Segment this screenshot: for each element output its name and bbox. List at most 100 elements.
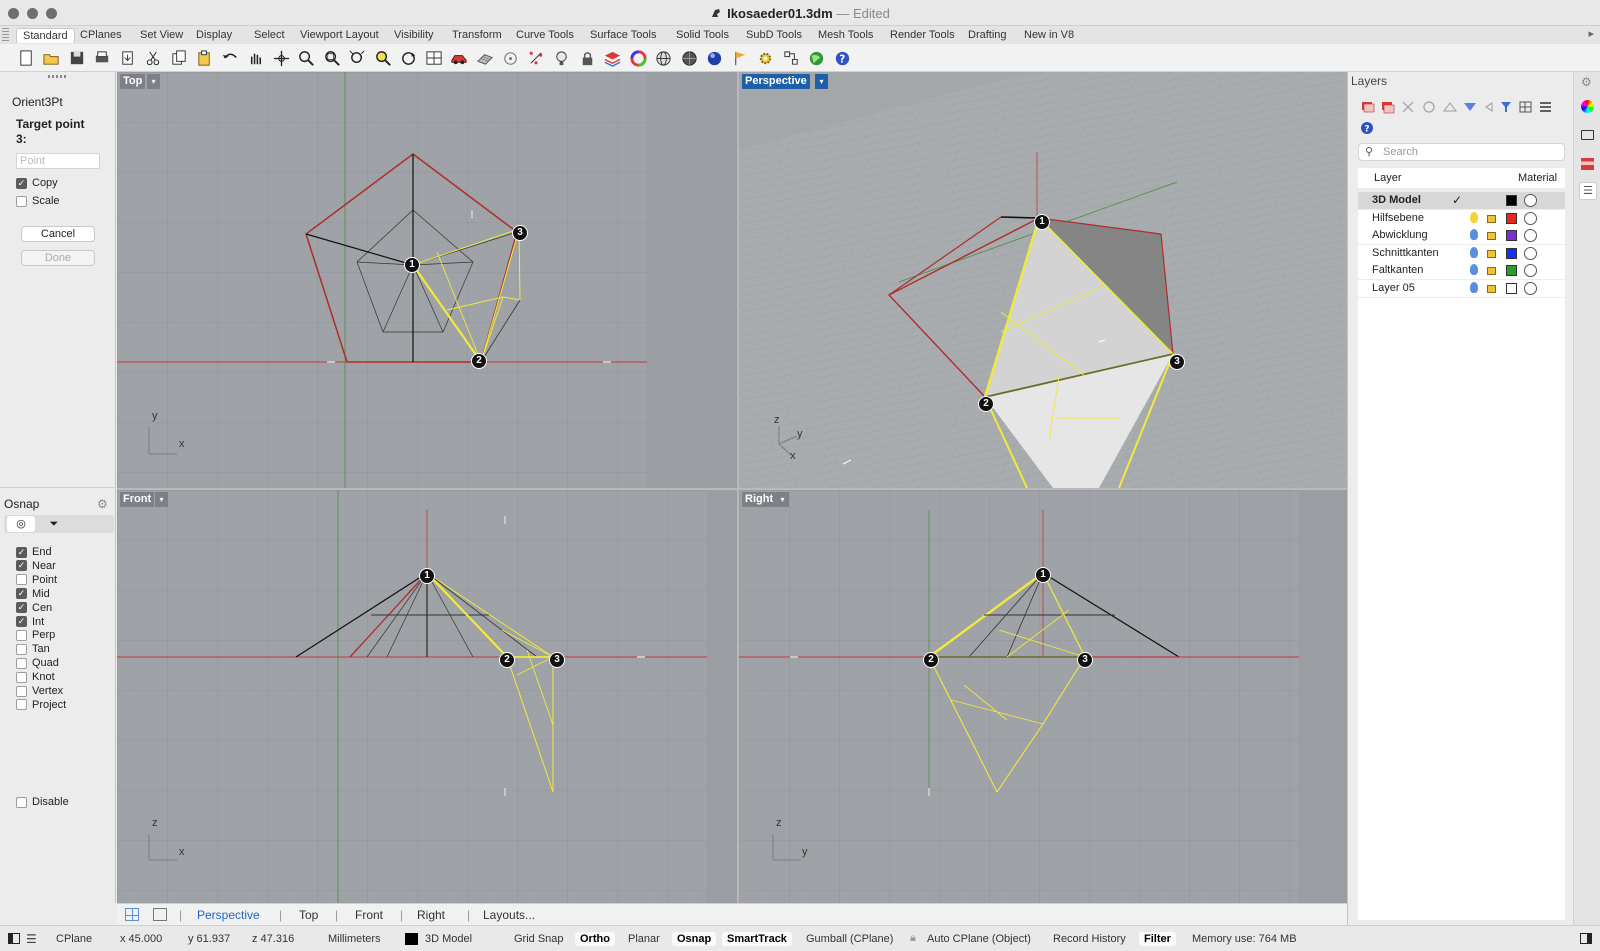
status-auto-cplane[interactable]: Auto CPlane (Object) [927, 933, 1031, 945]
layer-unlock-icon[interactable] [1487, 285, 1496, 293]
status-units[interactable]: Millimeters [328, 933, 381, 945]
osnap-int-checkbox[interactable]: ✓ Int [16, 616, 44, 628]
status-filter[interactable]: Filter [1139, 932, 1176, 946]
layer-row-3d-model[interactable]: 3D Model ✓ [1358, 192, 1565, 209]
perspective-viewport-title[interactable]: Perspective [742, 74, 810, 89]
toolbar-tab-mesh-tools[interactable]: Mesh Tools [818, 28, 873, 43]
layers-icon[interactable] [603, 48, 623, 68]
print-icon[interactable] [93, 48, 113, 68]
current-layer-swatch[interactable] [405, 933, 418, 945]
flag-icon[interactable] [730, 48, 750, 68]
settings-gear-icon[interactable]: ⚙ [1581, 75, 1592, 89]
paste-icon[interactable] [195, 48, 215, 68]
zoom-selected-icon[interactable] [373, 48, 393, 68]
osnap-knot-checkbox[interactable]: Knot [16, 671, 55, 683]
status-osnap[interactable]: Osnap [672, 932, 717, 946]
toolbar-tab-drafting[interactable]: Drafting [968, 28, 1007, 43]
status-grid-snap[interactable]: Grid Snap [514, 933, 564, 945]
copy-option-checkbox[interactable]: ✓ Copy [16, 177, 58, 189]
osnap-mid-checkbox[interactable]: ✓ Mid [16, 588, 50, 600]
render-sphere-icon[interactable] [679, 48, 699, 68]
rotate-3d-icon[interactable] [399, 48, 419, 68]
save-icon[interactable] [67, 48, 87, 68]
status-ortho[interactable]: Ortho [575, 932, 615, 946]
new-icon[interactable] [16, 48, 36, 68]
layer-row-layer-05[interactable]: Layer 05 [1358, 280, 1565, 297]
car-icon[interactable] [450, 48, 470, 68]
layer-visible-bulb-icon[interactable] [1470, 282, 1478, 293]
layer-search-box[interactable]: ⚲ Search [1358, 143, 1565, 161]
osnap-near-checkbox[interactable]: ✓ Near [16, 560, 56, 572]
layer-row-schnittkanten[interactable]: Schnittkanten [1358, 244, 1565, 262]
toolbar-grip[interactable] [2, 28, 9, 42]
layer-unlock-icon[interactable] [1487, 214, 1496, 223]
layer-visible-bulb-icon[interactable] [1470, 246, 1478, 258]
layer-visible-bulb-icon[interactable] [1470, 211, 1478, 223]
status-planar[interactable]: Planar [628, 933, 660, 945]
right-viewport[interactable]: z y Right ▾ [739, 490, 1347, 903]
layer-color-swatch[interactable] [1506, 247, 1517, 259]
layer-unlock-icon[interactable] [1487, 232, 1496, 241]
panel-grip[interactable] [48, 75, 68, 78]
layer-unlock-icon[interactable] [1487, 267, 1496, 276]
layer-color-swatch[interactable] [1506, 283, 1517, 294]
osnap-perp-checkbox[interactable]: Perp [16, 629, 55, 641]
pan-icon[interactable] [246, 48, 266, 68]
top-viewport[interactable]: y x Top ▾ [117, 72, 737, 488]
lock-icon[interactable] [577, 48, 597, 68]
sidebar-toggle-icon[interactable] [8, 933, 20, 944]
status-record-history[interactable]: Record History [1053, 933, 1126, 945]
osnap-project-checkbox[interactable]: Project [16, 699, 66, 711]
cut-icon[interactable] [144, 48, 164, 68]
color-wheel-icon[interactable] [628, 48, 648, 68]
toolbar-tab-set-view[interactable]: Set View [140, 28, 183, 43]
single-viewport-layout-icon[interactable] [153, 908, 167, 921]
toolbar-tab-curve-tools[interactable]: Curve Tools [516, 28, 574, 43]
front-viewport-menu-icon[interactable]: ▾ [155, 492, 168, 507]
viewport-tab-right[interactable]: Right [417, 908, 445, 922]
toolbar-tab-transform[interactable]: Transform [452, 28, 502, 43]
layer-unlock-icon[interactable] [1487, 249, 1496, 258]
layer-visible-bulb-icon[interactable] [1470, 264, 1478, 276]
osnap-target-icon[interactable]: ◎ [7, 516, 35, 532]
layer-color-swatch[interactable] [1506, 195, 1517, 206]
toolbar-overflow-icon[interactable]: ▸ [1588, 27, 1594, 40]
layers-panel-icon[interactable] [1581, 158, 1594, 170]
toolbar-tab-standard[interactable]: Standard [16, 28, 75, 43]
done-button[interactable]: Done [21, 250, 95, 266]
osnap-quad-checkbox[interactable]: Quad [16, 657, 59, 669]
undo-icon[interactable] [220, 48, 240, 68]
point-input[interactable]: Point [16, 153, 100, 169]
properties-panel-icon[interactable]: ☰ [1579, 182, 1597, 200]
right-sidebar-toggle-icon[interactable] [1580, 933, 1592, 944]
toolbar-tab-surface-tools[interactable]: Surface Tools [590, 28, 656, 43]
osnap-end-checkbox[interactable]: ✓ End [16, 546, 52, 558]
front-viewport-title[interactable]: Front [120, 492, 155, 507]
osnap-filter-icon[interactable]: ⏷ [40, 516, 68, 532]
toolbar-tab-solid-tools[interactable]: Solid Tools [676, 28, 729, 43]
grid-icon[interactable] [475, 48, 495, 68]
scale-option-checkbox[interactable]: Scale [16, 195, 60, 207]
layer-material-icon[interactable] [1524, 264, 1537, 278]
layer-color-swatch[interactable] [1506, 265, 1517, 277]
snap-grid-icon[interactable] [781, 48, 801, 68]
osnap-disable-checkbox[interactable]: Disable [16, 796, 69, 808]
import-icon[interactable] [118, 48, 138, 68]
zoom-window-icon[interactable] [322, 48, 342, 68]
material-column-label[interactable]: Material [1518, 172, 1557, 184]
right-viewport-title[interactable]: Right [742, 492, 777, 507]
toolbar-tab-visibility[interactable]: Visibility [394, 28, 434, 43]
layer-visible-bulb-icon[interactable] [1470, 229, 1478, 241]
right-viewport-menu-icon[interactable]: ▾ [776, 492, 789, 507]
layer-row-faltkanten[interactable]: Faltkanten [1358, 262, 1565, 280]
viewport-tab-top[interactable]: Top [299, 908, 318, 922]
perspective-viewport[interactable]: z y x Perspective ▾ [739, 72, 1347, 488]
layer-material-icon[interactable] [1524, 211, 1537, 225]
perspective-viewport-menu-icon[interactable]: ▾ [815, 74, 828, 89]
gear-options-icon[interactable] [756, 48, 776, 68]
status-smarttrack[interactable]: SmartTrack [722, 932, 792, 946]
osnap-gear-icon[interactable]: ⚙ [97, 497, 108, 511]
viewport-tab-layouts-[interactable]: Layouts... [483, 908, 535, 922]
zoom-icon[interactable] [297, 48, 317, 68]
help-icon[interactable]: ? [832, 48, 852, 68]
